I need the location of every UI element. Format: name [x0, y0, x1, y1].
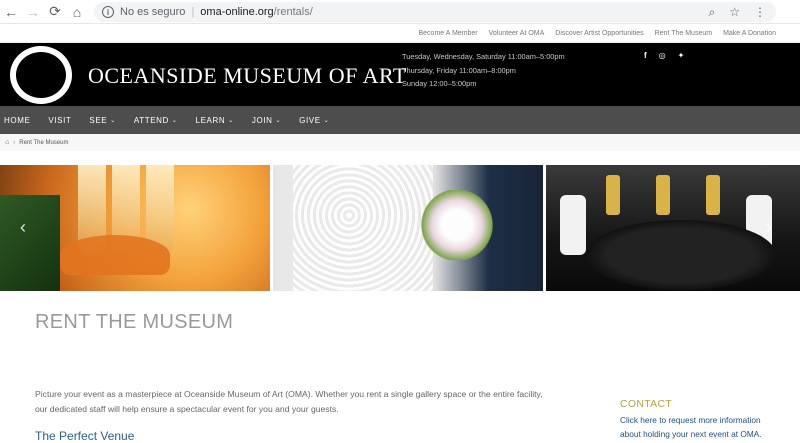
utility-links: Become A Member Volunteer At OMA Discove…	[0, 24, 800, 43]
nav-item-label: JOIN	[251, 115, 273, 125]
image-detail	[656, 175, 670, 215]
social-links: f ◎ ✦	[644, 51, 684, 60]
hours-line: Sunday 12:00–5:00pm	[402, 79, 477, 89]
main-nav: HOME VISIT SEE ⌄ ATTEND ⌄ LEARN ⌄ JOIN ⌄ GIV…	[0, 106, 800, 134]
nav-item-see[interactable]: SEE ⌄	[89, 116, 115, 125]
nav-item-give[interactable]: GIVE ⌄	[299, 116, 329, 125]
back-arrow-icon[interactable]: ←	[0, 0, 22, 24]
site-title[interactable]: OCEANSIDE MUSEUM OF ART	[88, 63, 407, 89]
chevron-down-icon: ⌄	[110, 117, 116, 124]
intro-paragraph: Picture your event as a masterpiece at O…	[35, 389, 543, 414]
utility-link-donation[interactable]: Make A Donation	[723, 30, 776, 37]
nav-item-home[interactable]: HOME	[4, 116, 30, 125]
museum-hours: Tuesday, Wednesday, Saturday 11:00am–5:0…	[402, 50, 565, 91]
carousel-image-wedding	[273, 165, 543, 291]
utility-link-rent-museum[interactable]: Rent The Museum	[655, 30, 712, 37]
image-detail	[0, 195, 60, 291]
hours-line: Tuesday, Wednesday, Saturday 11:00am–5:0…	[402, 52, 565, 61]
utility-link-become-member[interactable]: Become A Member	[419, 30, 478, 37]
nav-item-label: GIVE	[299, 115, 321, 125]
address-bar[interactable]: i No es seguro | oma-online.org/rentals/…	[94, 2, 776, 22]
nav-item-join[interactable]: JOIN ⌄	[252, 116, 281, 125]
image-detail	[60, 235, 170, 275]
instagram-icon[interactable]: ◎	[659, 51, 666, 60]
image-detail	[293, 165, 433, 291]
security-label: No es seguro	[120, 6, 186, 18]
contact-heading: CONTACT	[620, 398, 673, 410]
nav-item-label: VISIT	[48, 115, 72, 125]
page-content: RENT THE MUSEUM Picture your event as a …	[0, 291, 800, 443]
image-detail	[586, 220, 776, 290]
carousel-image-champagne: ‹	[0, 165, 270, 291]
chevron-down-icon: ⌄	[171, 117, 178, 124]
bookmark-star-icon[interactable]: ☆	[729, 5, 740, 19]
section-heading-perfect-venue: The Perfect Venue	[35, 429, 135, 443]
nav-item-label: LEARN	[195, 115, 226, 125]
chevron-down-icon: ⌄	[228, 117, 234, 124]
carousel-prev-icon[interactable]: ‹	[20, 217, 26, 238]
reload-icon[interactable]: ⟳	[44, 0, 66, 24]
address-separator: |	[191, 6, 195, 18]
menu-kebab-icon[interactable]: ⋮	[754, 5, 766, 19]
nav-item-label: HOME	[4, 115, 31, 125]
hours-line: Thursday, Friday 11:00am–8:00pm	[402, 65, 516, 75]
nav-item-attend[interactable]: ATTEND ⌄	[134, 116, 178, 125]
breadcrumb: ⌂ › Rent The Museum	[0, 134, 800, 151]
nav-item-visit[interactable]: VISIT	[48, 116, 71, 125]
nav-item-label: ATTEND	[133, 115, 169, 125]
chevron-down-icon: ⌄	[275, 117, 282, 124]
hero-carousel: ‹ ›	[0, 165, 800, 291]
image-detail	[606, 175, 620, 215]
image-detail	[706, 175, 720, 215]
browser-toolbar: ← → ⟳ ⌂ i No es seguro | oma-online.org /…	[0, 0, 800, 24]
nav-item-label: SEE	[89, 115, 108, 125]
url-path: /rentals/	[273, 6, 313, 18]
carousel-image-banquet: ›	[546, 165, 800, 291]
site-header: OCEANSIDE MUSEUM OF ART Tuesday, Wednesd…	[0, 43, 800, 106]
utility-link-artist-opportunities[interactable]: Discover Artist Opportunities	[555, 30, 643, 37]
breadcrumb-separator-icon: ›	[13, 139, 16, 146]
utility-link-volunteer[interactable]: Volunteer At OMA	[489, 30, 545, 37]
forward-arrow-icon[interactable]: →	[22, 0, 44, 24]
breadcrumb-current: Rent The Museum	[19, 139, 69, 146]
chevron-down-icon: ⌄	[323, 117, 330, 124]
nav-item-learn[interactable]: LEARN ⌄	[196, 116, 234, 125]
carousel-next-icon[interactable]: ›	[766, 217, 772, 238]
zoom-icon[interactable]: ⌕	[709, 5, 716, 20]
contact-request-link[interactable]: Click here to request more information a…	[620, 413, 780, 441]
info-icon[interactable]: i	[102, 6, 114, 18]
home-icon[interactable]: ⌂	[66, 0, 88, 24]
image-detail	[560, 195, 586, 255]
twitter-icon[interactable]: ✦	[678, 51, 685, 60]
url-host: oma-online.org	[200, 6, 274, 18]
oma-logo[interactable]	[10, 46, 72, 104]
facebook-icon[interactable]: f	[644, 51, 647, 60]
page-title: RENT THE MUSEUM	[35, 311, 234, 333]
image-detail	[421, 190, 493, 260]
home-icon[interactable]: ⌂	[5, 139, 9, 146]
